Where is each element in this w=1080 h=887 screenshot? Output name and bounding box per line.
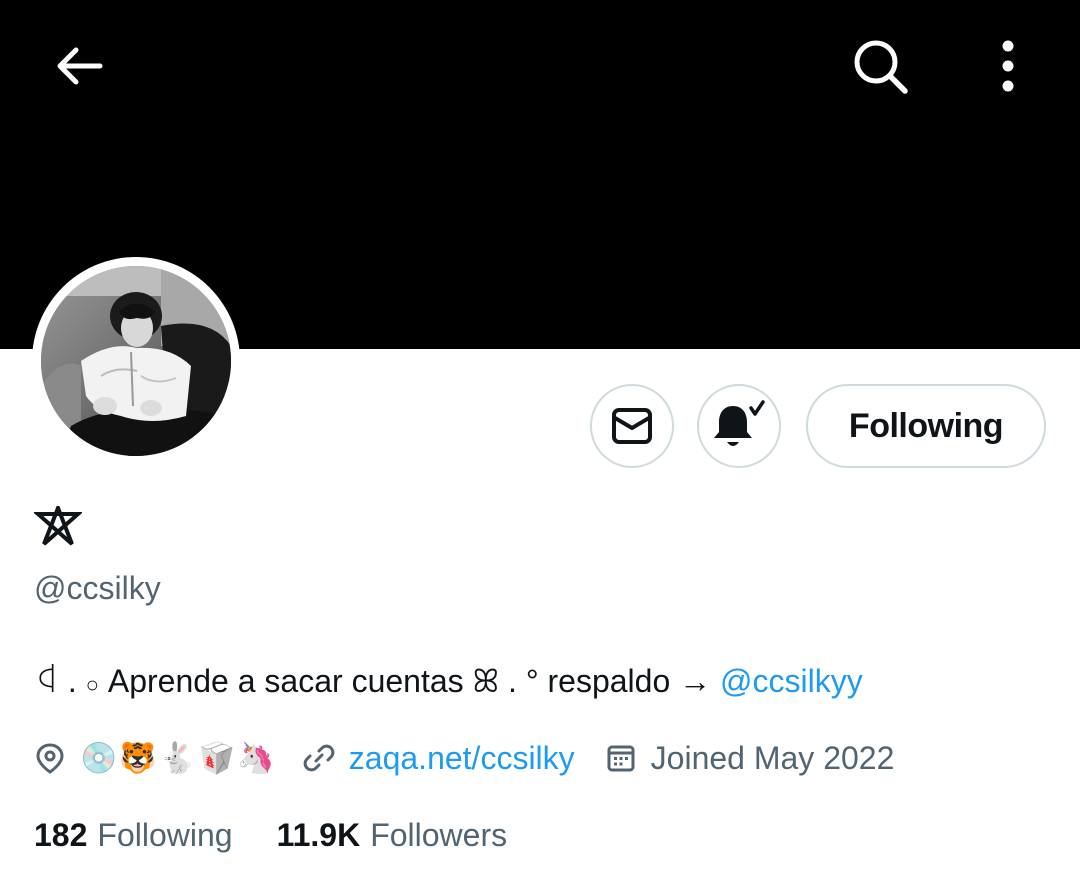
more-vertical-icon — [1002, 40, 1014, 92]
search-button[interactable] — [848, 34, 912, 98]
bell-check-icon — [714, 400, 765, 446]
joined-date: Joined May 2022 — [650, 739, 895, 776]
profile-bio: ꒉ . ○ Aprende a sacar cuentas ꕤ . ° resp… — [34, 658, 863, 701]
joined-item: Joined May 2022 — [605, 739, 895, 777]
message-button[interactable] — [590, 384, 674, 468]
search-icon — [854, 40, 908, 94]
following-button[interactable]: Following — [806, 384, 1046, 468]
link-icon — [303, 742, 335, 774]
following-label: Following — [97, 816, 233, 853]
website-link[interactable]: zaqa.net/ccsilky — [349, 740, 575, 777]
following-count: 182 — [34, 816, 88, 853]
more-options-button[interactable] — [976, 34, 1040, 98]
avatar[interactable] — [32, 257, 240, 465]
website-item[interactable]: zaqa.net/ccsilky — [303, 740, 575, 777]
followers-stat[interactable]: 11.9K Followers — [277, 817, 508, 854]
envelope-icon — [612, 408, 652, 444]
location-text: 💿🐯🐇🥡🦄 — [80, 741, 277, 775]
profile-page: Following @ccsilky ꒉ . ○ Aprende a sacar… — [0, 0, 1080, 887]
location-item: 💿🐯🐇🥡🦄 — [34, 741, 277, 776]
display-name — [32, 502, 84, 552]
profile-stats: 182 Following 11.9K Followers — [34, 812, 507, 858]
followers-count: 11.9K — [276, 816, 361, 853]
bio-small-circle: ○ — [85, 672, 99, 697]
profile-meta: 💿🐯🐇🥡🦄 zaqa.net/ccsilky Joined May 2022 — [34, 735, 894, 781]
bio-text: Aprende a sacar cuentas ꕤ . ° respaldo → — [98, 663, 721, 699]
calendar-icon — [605, 742, 637, 774]
notifications-button[interactable] — [697, 384, 781, 468]
avatar-image — [41, 266, 231, 456]
following-stat[interactable]: 182 Following — [34, 817, 233, 854]
pentagram-icon — [32, 502, 84, 546]
profile-handle: @ccsilky — [34, 570, 161, 606]
location-pin-icon — [34, 742, 66, 774]
bio-mention-link[interactable]: @ccsilkyy — [720, 663, 863, 699]
followers-label: Followers — [370, 816, 508, 853]
back-button[interactable] — [46, 34, 110, 98]
bio-prefix: ꒉ . — [34, 663, 86, 699]
arrow-left-icon — [57, 47, 103, 85]
